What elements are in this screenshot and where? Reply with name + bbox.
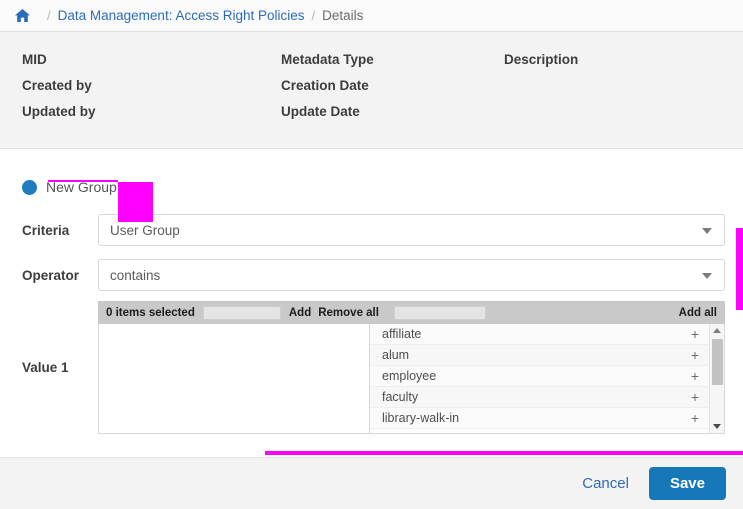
metadata-label-update-date: Update Date <box>281 104 504 119</box>
scrollbar-thumb[interactable] <box>712 339 723 385</box>
metadata-label-updated-by: Updated by <box>0 104 281 119</box>
add-all-button[interactable]: Add all <box>679 307 717 319</box>
home-icon[interactable] <box>14 8 31 23</box>
plus-icon[interactable]: + <box>691 348 699 362</box>
remove-all-button[interactable]: Remove all <box>318 307 379 319</box>
operator-selected-value: contains <box>110 268 160 283</box>
breadcrumb-separator-2: / <box>312 8 316 23</box>
metadata-row: MID Metadata Type Description <box>0 52 743 78</box>
cancel-button[interactable]: Cancel <box>582 475 629 492</box>
list-item-label: employee <box>382 369 691 383</box>
metadata-row: Updated by Update Date <box>0 104 743 130</box>
breadcrumb: / Data Management: Access Right Policies… <box>0 0 743 32</box>
metadata-label-description: Description <box>504 52 704 67</box>
metadata-panel: MID Metadata Type Description Created by… <box>0 32 743 149</box>
plus-icon[interactable]: + <box>691 327 699 341</box>
criteria-selected-value: User Group <box>110 223 180 238</box>
picker-body: affiliate + alum + employee + faculty <box>98 324 725 434</box>
list-item[interactable]: alum + <box>370 345 709 366</box>
available-items-list: affiliate + alum + employee + faculty <box>370 324 709 433</box>
selected-items-panel[interactable] <box>98 324 370 434</box>
footer-action-bar: Cancel Save <box>0 457 743 509</box>
list-item[interactable]: faculty + <box>370 387 709 408</box>
add-button[interactable]: Add <box>289 307 311 319</box>
metadata-label-mid: MID <box>0 52 281 67</box>
criteria-label: Criteria <box>22 223 98 238</box>
breadcrumb-current-details: Details <box>322 8 363 23</box>
metadata-label-metadata-type: Metadata Type <box>281 52 504 67</box>
value-1-row: Value 1 0 items selected Add Remove all … <box>0 301 743 434</box>
metadata-row: Created by Creation Date <box>0 78 743 104</box>
scrollbar-track[interactable] <box>710 337 724 420</box>
caret-up-icon[interactable] <box>713 328 721 333</box>
plus-icon[interactable]: + <box>691 390 699 404</box>
chevron-down-icon[interactable] <box>702 228 712 234</box>
operator-row: Operator contains <box>0 259 743 291</box>
list-item[interactable]: employee + <box>370 366 709 387</box>
list-item[interactable]: affiliate + <box>370 324 709 345</box>
new-group-label: New Group <box>46 179 117 195</box>
metadata-label-creation-date: Creation Date <box>281 78 504 93</box>
new-group-row[interactable]: New Group <box>0 149 743 201</box>
metadata-label-created-by: Created by <box>0 78 281 93</box>
breadcrumb-link-data-management[interactable]: Data Management: Access Right Policies <box>58 8 305 23</box>
value-picker: 0 items selected Add Remove all Add all … <box>98 301 725 434</box>
form-area: New Group Criteria User Group Operator c… <box>0 149 743 451</box>
caret-down-icon[interactable] <box>713 424 721 429</box>
criteria-row: Criteria User Group <box>0 214 743 246</box>
breadcrumb-separator-1: / <box>47 8 51 23</box>
plus-icon[interactable]: + <box>691 411 699 425</box>
available-search-input[interactable] <box>394 306 486 320</box>
available-items-scrollbar[interactable] <box>709 324 724 433</box>
selected-count-label: 0 items selected <box>106 307 195 319</box>
selected-search-input[interactable] <box>203 306 281 320</box>
list-item-label: library-walk-in <box>382 411 691 425</box>
list-item-label: alum <box>382 348 691 362</box>
save-button[interactable]: Save <box>649 467 726 500</box>
available-items-panel: affiliate + alum + employee + faculty <box>370 324 725 434</box>
operator-label: Operator <box>22 268 98 283</box>
operator-select[interactable]: contains <box>98 259 725 291</box>
list-item-label: affiliate <box>382 327 691 341</box>
filled-circle-icon[interactable] <box>22 180 37 195</box>
picker-toolbar: 0 items selected Add Remove all Add all <box>98 301 725 324</box>
annotation-line-bottom <box>265 451 743 455</box>
value-1-label: Value 1 <box>22 301 98 434</box>
list-item-label: faculty <box>382 390 691 404</box>
criteria-select[interactable]: User Group <box>98 214 725 246</box>
chevron-down-icon[interactable] <box>702 273 712 279</box>
list-item[interactable]: library-walk-in + <box>370 408 709 429</box>
plus-icon[interactable]: + <box>691 369 699 383</box>
